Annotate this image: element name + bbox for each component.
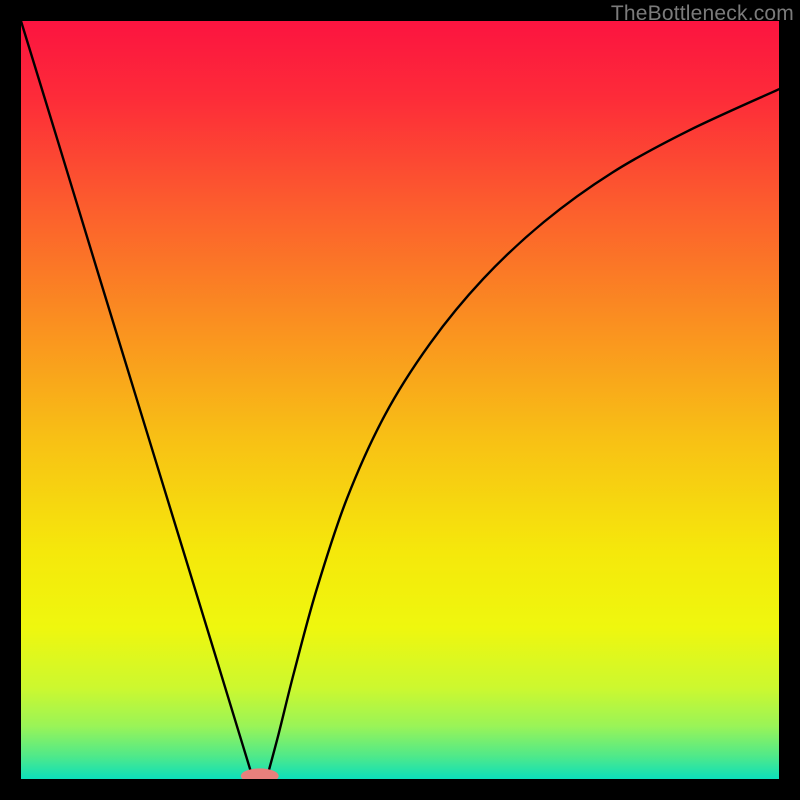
gradient-background [21, 21, 779, 779]
chart-frame [21, 21, 779, 779]
bottleneck-chart [21, 21, 779, 779]
watermark-label: TheBottleneck.com [611, 2, 794, 26]
